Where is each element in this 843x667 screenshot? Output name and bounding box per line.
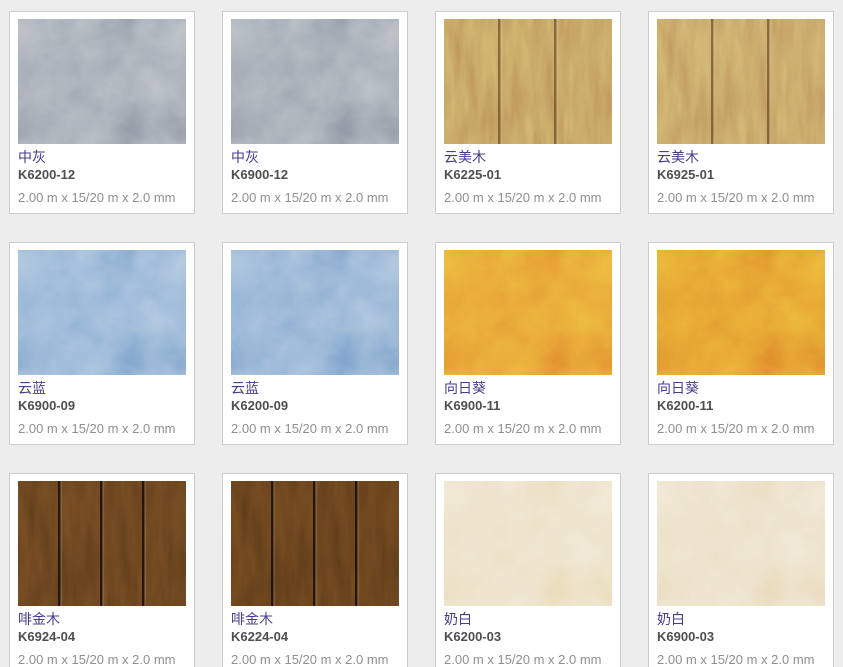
product-swatch-image [657,19,825,144]
product-name: 奶白 [444,610,612,628]
product-card[interactable]: 中灰 K6900-12 2.00 m x 15/20 m x 2.0 mm [222,11,408,214]
product-code: K6900-12 [231,166,399,183]
product-code: K6224-04 [231,628,399,645]
texture-noise [231,19,399,144]
texture-noise [657,250,825,375]
product-card[interactable]: 向日葵 K6200-11 2.00 m x 15/20 m x 2.0 mm [648,242,834,445]
texture-noise [444,19,612,144]
product-dimensions: 2.00 m x 15/20 m x 2.0 mm [18,421,186,437]
product-code: K6200-11 [657,397,825,414]
product-dimensions: 2.00 m x 15/20 m x 2.0 mm [18,190,186,206]
product-swatch-image [231,250,399,375]
product-card[interactable]: 云美木 K6225-01 2.00 m x 15/20 m x 2.0 mm [435,11,621,214]
product-card[interactable]: 云蓝 K6900-09 2.00 m x 15/20 m x 2.0 mm [9,242,195,445]
texture-noise [231,481,399,606]
product-dimensions: 2.00 m x 15/20 m x 2.0 mm [657,652,825,667]
product-dimensions: 2.00 m x 15/20 m x 2.0 mm [231,421,399,437]
product-code: K6200-03 [444,628,612,645]
plank-seams [657,19,825,144]
product-card[interactable]: 啡金木 K6924-04 2.00 m x 15/20 m x 2.0 mm [9,473,195,667]
product-name: 云美木 [444,148,612,166]
texture-noise [657,481,825,606]
product-swatch-image [444,19,612,144]
plank-seams [444,19,612,144]
product-card[interactable]: 向日葵 K6900-11 2.00 m x 15/20 m x 2.0 mm [435,242,621,445]
product-swatch-image [444,250,612,375]
texture-noise [18,250,186,375]
texture-noise [444,481,612,606]
product-swatch-image [18,19,186,144]
product-dimensions: 2.00 m x 15/20 m x 2.0 mm [657,190,825,206]
product-code: K6225-01 [444,166,612,183]
product-card[interactable]: 啡金木 K6224-04 2.00 m x 15/20 m x 2.0 mm [222,473,408,667]
product-dimensions: 2.00 m x 15/20 m x 2.0 mm [444,421,612,437]
product-code: K6200-12 [18,166,186,183]
texture-noise [18,481,186,606]
product-swatch-image [231,481,399,606]
product-code: K6924-04 [18,628,186,645]
product-card[interactable]: 奶白 K6200-03 2.00 m x 15/20 m x 2.0 mm [435,473,621,667]
product-card[interactable]: 云蓝 K6200-09 2.00 m x 15/20 m x 2.0 mm [222,242,408,445]
product-code: K6900-09 [18,397,186,414]
texture-noise [231,250,399,375]
product-card[interactable]: 奶白 K6900-03 2.00 m x 15/20 m x 2.0 mm [648,473,834,667]
product-grid: 中灰 K6200-12 2.00 m x 15/20 m x 2.0 mm 中灰… [0,0,843,667]
product-swatch-image [18,481,186,606]
product-name: 奶白 [657,610,825,628]
product-card[interactable]: 中灰 K6200-12 2.00 m x 15/20 m x 2.0 mm [9,11,195,214]
product-swatch-image [231,19,399,144]
texture-noise [444,250,612,375]
plank-seams [231,481,399,606]
texture-noise [657,19,825,144]
product-dimensions: 2.00 m x 15/20 m x 2.0 mm [444,652,612,667]
product-dimensions: 2.00 m x 15/20 m x 2.0 mm [657,421,825,437]
product-name: 啡金木 [18,610,186,628]
product-dimensions: 2.00 m x 15/20 m x 2.0 mm [231,652,399,667]
product-swatch-image [444,481,612,606]
product-name: 云美木 [657,148,825,166]
product-dimensions: 2.00 m x 15/20 m x 2.0 mm [231,190,399,206]
plank-seams [18,481,186,606]
product-swatch-image [18,250,186,375]
product-dimensions: 2.00 m x 15/20 m x 2.0 mm [444,190,612,206]
product-name: 向日葵 [657,379,825,397]
product-name: 云蓝 [18,379,186,397]
product-dimensions: 2.00 m x 15/20 m x 2.0 mm [18,652,186,667]
product-name: 云蓝 [231,379,399,397]
product-code: K6900-03 [657,628,825,645]
product-code: K6900-11 [444,397,612,414]
product-card[interactable]: 云美木 K6925-01 2.00 m x 15/20 m x 2.0 mm [648,11,834,214]
product-name: 中灰 [231,148,399,166]
product-name: 中灰 [18,148,186,166]
texture-noise [18,19,186,144]
product-name: 向日葵 [444,379,612,397]
product-swatch-image [657,250,825,375]
product-name: 啡金木 [231,610,399,628]
product-code: K6200-09 [231,397,399,414]
product-swatch-image [657,481,825,606]
product-code: K6925-01 [657,166,825,183]
